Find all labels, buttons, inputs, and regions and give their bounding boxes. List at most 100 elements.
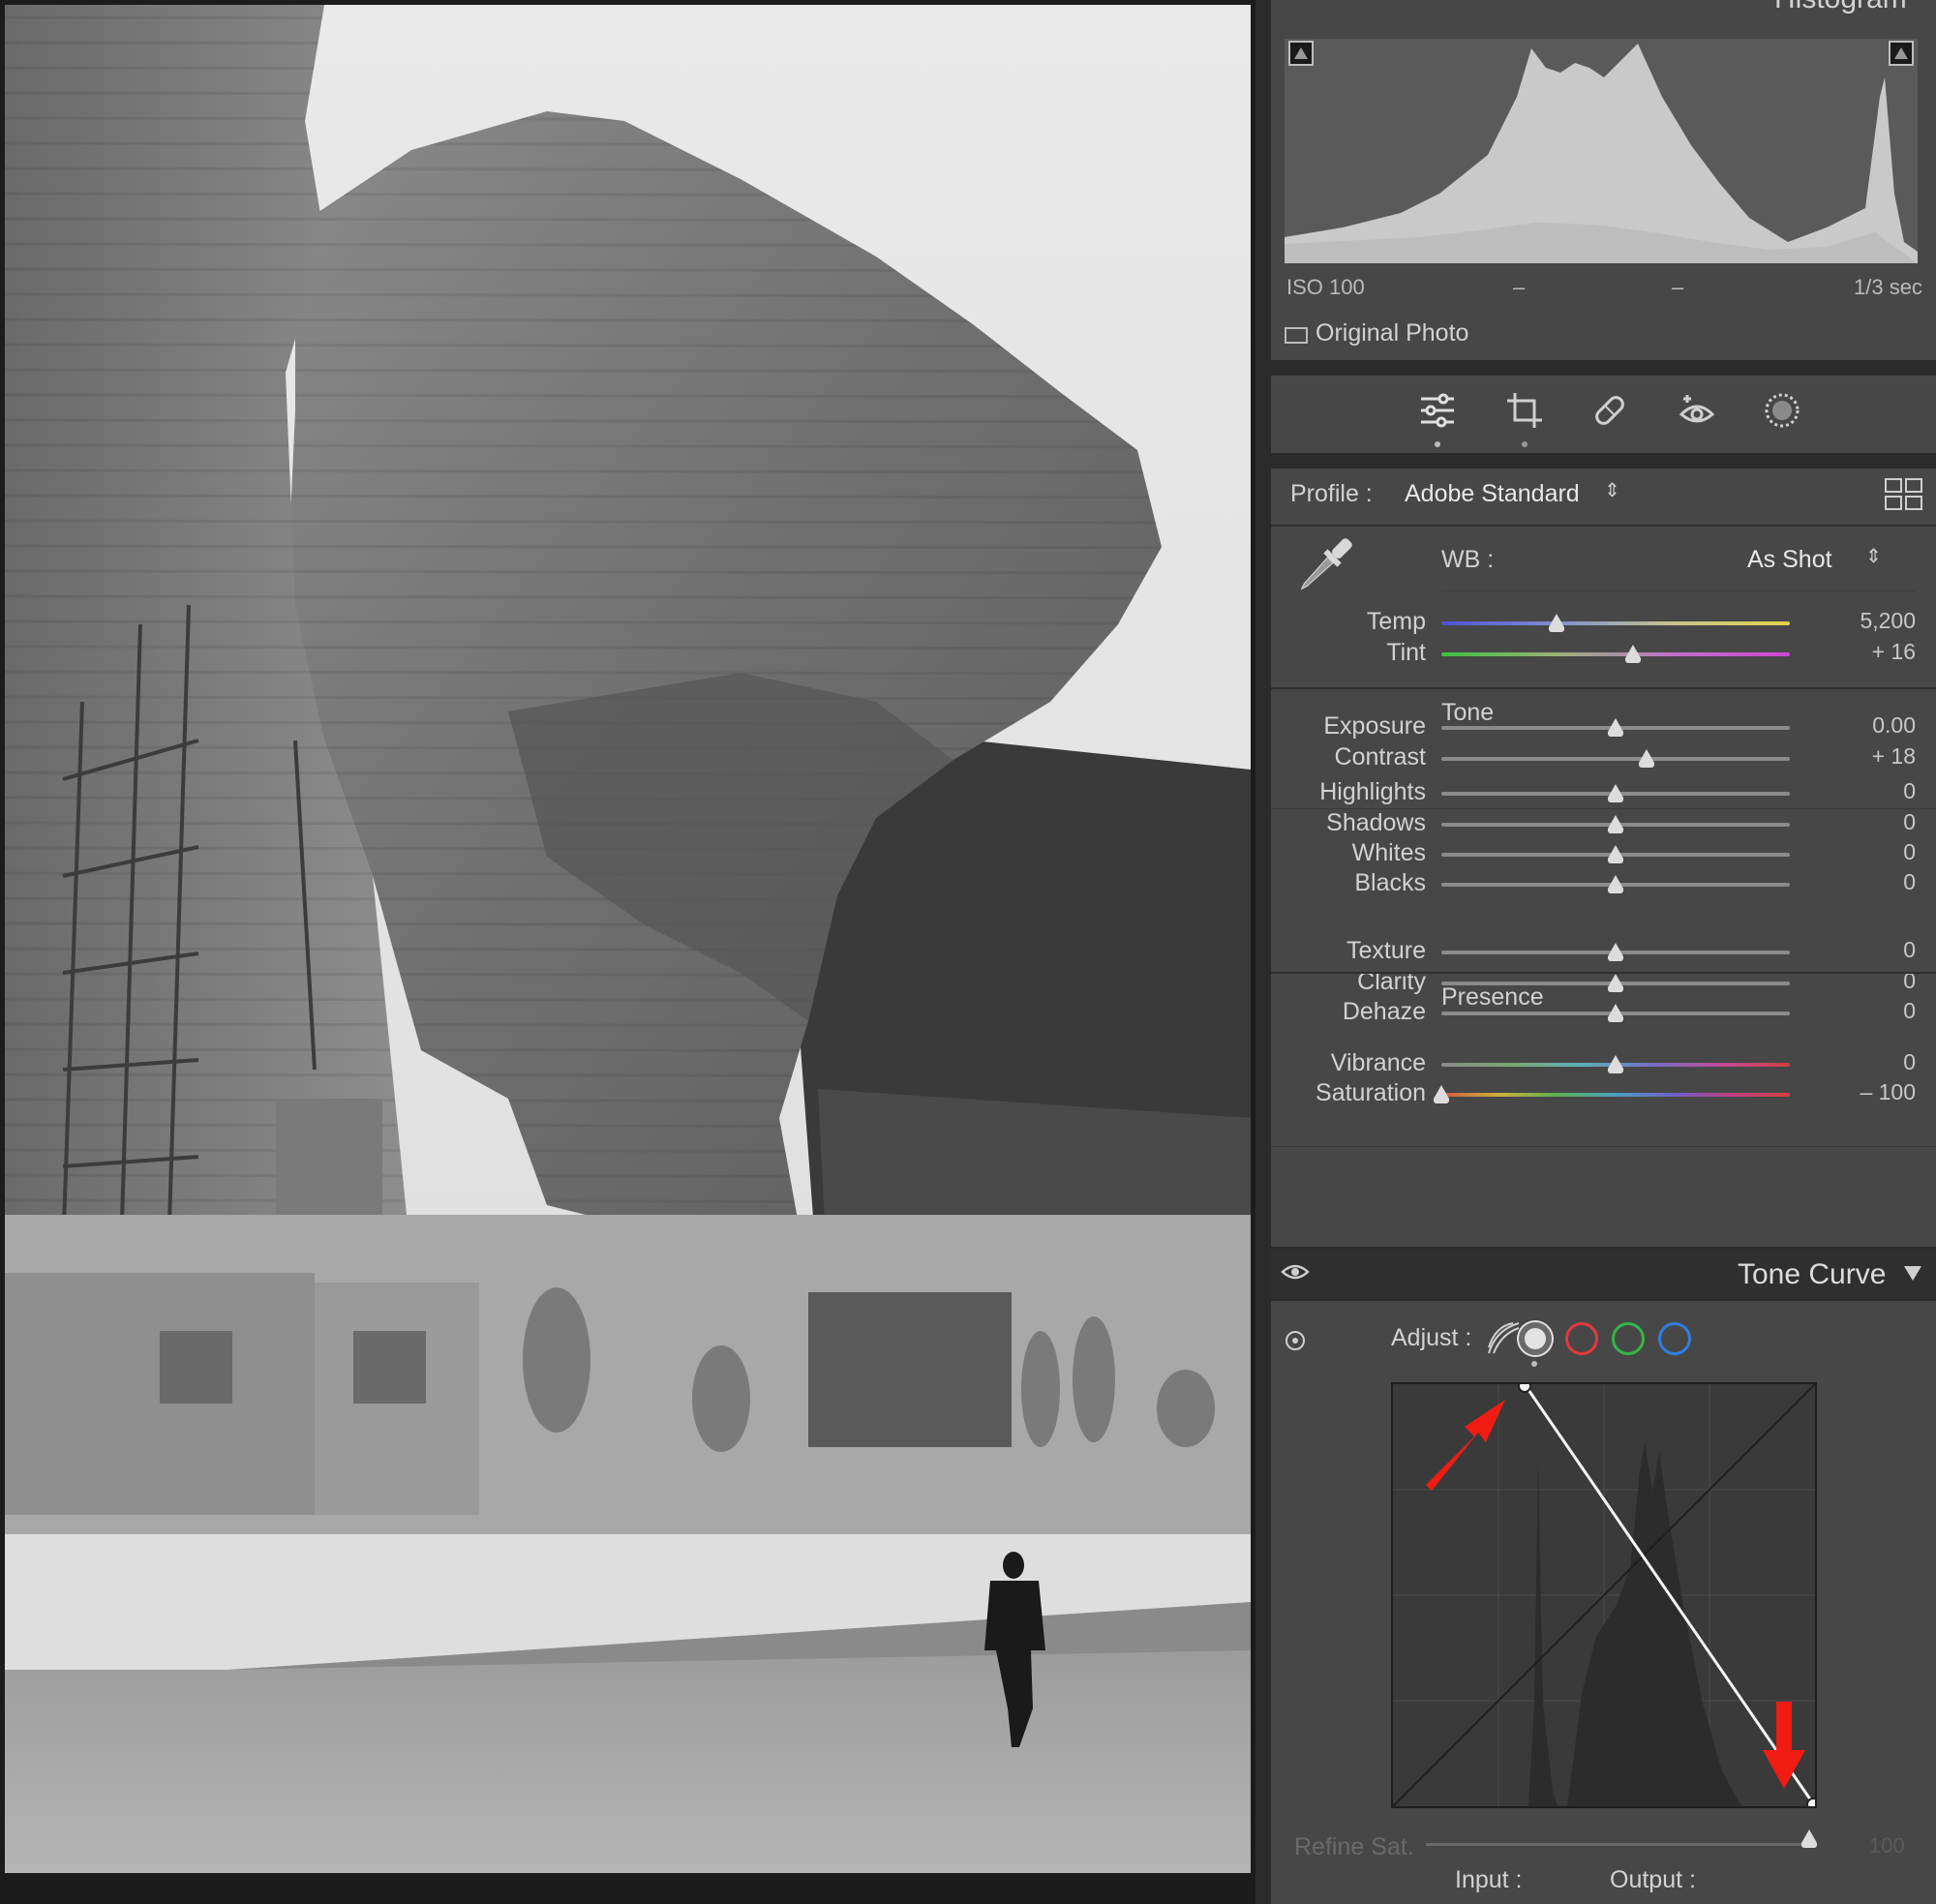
presence-divider: [1271, 1146, 1936, 1147]
shadow-clipping-toggle[interactable]: [1288, 41, 1314, 66]
refine-sat-label: Refine Sat.: [1294, 1833, 1414, 1860]
tint-slider-thumb[interactable]: [1625, 645, 1641, 663]
shutter-readout: 1/3 sec: [1854, 275, 1922, 299]
highlights-label: Highlights: [1319, 778, 1426, 805]
clarity-slider-thumb[interactable]: [1608, 974, 1623, 992]
blacks-slider-thumb[interactable]: [1608, 875, 1623, 893]
channel-green-icon[interactable]: [1612, 1322, 1645, 1355]
healing-icon[interactable]: [1588, 389, 1631, 432]
curve-point-white[interactable]: [1806, 1798, 1820, 1811]
shadows-slider-thumb[interactable]: [1608, 815, 1623, 833]
profile-divider: [1271, 525, 1936, 527]
highlight-clipping-toggle[interactable]: [1889, 41, 1914, 66]
refine-sat-track[interactable]: [1426, 1843, 1813, 1846]
contrast-label: Contrast: [1334, 743, 1426, 771]
vibrance-value[interactable]: 0: [1819, 1049, 1916, 1075]
profile-label: Profile :: [1290, 480, 1373, 507]
shadows-value[interactable]: 0: [1819, 809, 1916, 835]
wb-select[interactable]: As Shot: [1747, 546, 1832, 574]
adjust-label: Adjust :: [1391, 1324, 1472, 1351]
channel-rgb-icon[interactable]: [1519, 1322, 1552, 1355]
profile-browser-icon[interactable]: [1885, 478, 1923, 511]
texture-slider-thumb[interactable]: [1608, 943, 1623, 961]
channel-red-icon[interactable]: [1565, 1322, 1598, 1355]
histogram-section: Histogram ISO 100 – – 1/3 sec Original P…: [1271, 0, 1936, 360]
annotation-arrow-down-icon: [1763, 1702, 1805, 1789]
contrast-slider-track[interactable]: [1441, 757, 1790, 761]
profile-select[interactable]: Adobe Standard: [1405, 480, 1580, 508]
dehaze-slider-thumb[interactable]: [1608, 1004, 1623, 1022]
photo-canvas[interactable]: [0, 0, 1255, 1904]
input-label: Input :: [1455, 1866, 1523, 1893]
eyedropper-icon[interactable]: [1292, 532, 1356, 600]
blacks-label: Blacks: [1354, 869, 1426, 896]
tone-divider: [1271, 808, 1936, 809]
highlights-slider-thumb[interactable]: [1608, 784, 1623, 802]
dehaze-label: Dehaze: [1342, 998, 1426, 1025]
original-photo-checkbox[interactable]: [1285, 327, 1308, 344]
red-eye-icon[interactable]: [1676, 389, 1718, 432]
masking-icon[interactable]: [1761, 389, 1803, 432]
output-label: Output :: [1610, 1866, 1696, 1893]
whites-value[interactable]: 0: [1819, 839, 1916, 865]
saturation-slider-track[interactable]: [1441, 1093, 1790, 1097]
tint-value[interactable]: + 16: [1819, 639, 1916, 665]
aperture-readout: –: [1672, 275, 1684, 299]
vibrance-label: Vibrance: [1330, 1049, 1426, 1076]
refine-sat-thumb[interactable]: [1801, 1829, 1817, 1848]
annotation-arrow-icon: [1426, 1400, 1505, 1491]
parametric-curve-icon[interactable]: [1486, 1320, 1523, 1357]
temp-slider-thumb[interactable]: [1548, 614, 1564, 632]
dehaze-value[interactable]: 0: [1819, 998, 1916, 1024]
focal-readout: –: [1513, 275, 1526, 299]
refine-sat-value: 100: [1869, 1833, 1905, 1858]
texture-label: Texture: [1346, 937, 1426, 964]
exposure-value[interactable]: 0.00: [1819, 712, 1916, 739]
tool-strip: [1271, 376, 1936, 453]
channel-blue-icon[interactable]: [1658, 1322, 1691, 1355]
develop-panel: Histogram ISO 100 – – 1/3 sec Original P…: [1255, 0, 1936, 1904]
presence-title: Presence: [1441, 983, 1544, 1011]
whites-slider-thumb[interactable]: [1608, 845, 1623, 863]
tone-curve-panel: Adjust : Refine Sat. 100 Input: Output …: [1271, 1301, 1936, 1904]
target-adjust-icon[interactable]: [1285, 1330, 1306, 1356]
saturation-value[interactable]: – 100: [1819, 1079, 1916, 1105]
contrast-slider-thumb[interactable]: [1639, 749, 1655, 768]
channel-active-dot: [1531, 1361, 1537, 1367]
crop-dot: [1522, 441, 1528, 447]
wb-underline: [1441, 590, 1916, 591]
wb-label: WB :: [1441, 546, 1495, 573]
photo-image: [5, 5, 1251, 1873]
histogram-graph: [1285, 44, 1918, 263]
tone-title: Tone: [1441, 699, 1495, 726]
tint-slider-track[interactable]: [1441, 652, 1790, 656]
edit-sliders-icon[interactable]: [1416, 389, 1459, 432]
texture-value[interactable]: 0: [1819, 937, 1916, 963]
blacks-value[interactable]: 0: [1819, 869, 1916, 895]
exposure-slider-thumb[interactable]: [1608, 718, 1623, 737]
collapse-triangle-icon[interactable]: [1904, 1266, 1921, 1281]
whites-label: Whites: [1351, 839, 1426, 866]
temp-label: Temp: [1366, 608, 1426, 635]
shadows-label: Shadows: [1326, 809, 1426, 836]
saturation-slider-thumb[interactable]: [1434, 1085, 1449, 1103]
presence-divider-top: [1271, 972, 1936, 974]
tone-curve-title: Tone Curve: [1738, 1258, 1887, 1290]
iso-readout: ISO 100: [1286, 275, 1365, 299]
wb-divider: [1271, 687, 1936, 689]
tone-curve-header[interactable]: Tone Curve: [1271, 1249, 1936, 1299]
saturation-label: Saturation: [1316, 1079, 1426, 1106]
highlights-value[interactable]: 0: [1819, 778, 1916, 804]
exposure-label: Exposure: [1323, 712, 1426, 740]
crop-icon[interactable]: [1503, 389, 1546, 432]
visibility-eye-icon[interactable]: [1281, 1262, 1310, 1286]
original-photo-label: Original Photo: [1316, 319, 1469, 347]
wb-chevron-icon[interactable]: ⇕: [1865, 544, 1882, 568]
temp-slider-track[interactable]: [1441, 621, 1790, 625]
contrast-value[interactable]: + 18: [1819, 743, 1916, 770]
basic-panel: Profile : Adobe Standard ⇕ WB : As Shot …: [1271, 468, 1936, 1247]
active-tool-dot: [1435, 441, 1440, 447]
temp-value[interactable]: 5,200: [1819, 608, 1916, 634]
profile-chevron-icon[interactable]: ⇕: [1604, 478, 1620, 502]
vibrance-slider-thumb[interactable]: [1608, 1055, 1623, 1073]
